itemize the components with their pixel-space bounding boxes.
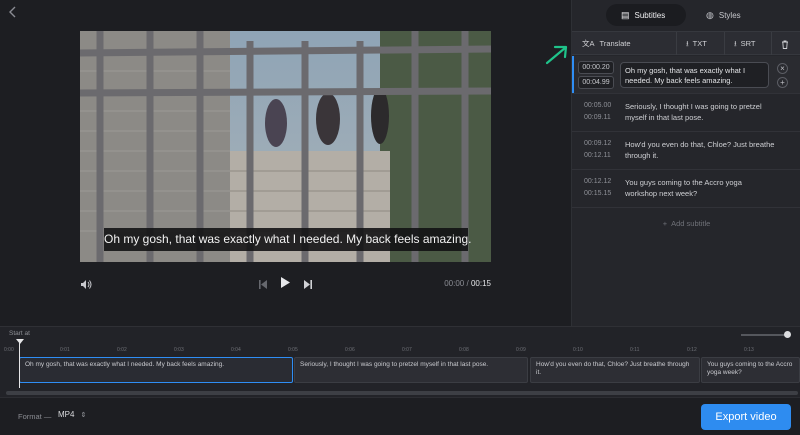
start-time: 00:05.00 bbox=[584, 102, 612, 109]
back-button[interactable] bbox=[8, 6, 22, 20]
ruler-tick: 0:12 bbox=[687, 347, 697, 353]
subtitle-row[interactable]: 00:05.00 00:09.11 Seriously, I thought I… bbox=[572, 94, 800, 132]
subtitle-text: How'd you even do that, Chloe? Just brea… bbox=[625, 140, 775, 160]
download-icon: ⭳ bbox=[734, 39, 737, 48]
ruler-tick: 0:05 bbox=[288, 347, 298, 353]
subtitle-text: You guys coming to the Accro yoga worksh… bbox=[625, 178, 742, 198]
trash-icon bbox=[782, 40, 788, 49]
translate-icon: 文A bbox=[582, 39, 595, 48]
chevron-updown-icon: ⇕ bbox=[80, 412, 87, 419]
ruler-tick: 0:02 bbox=[117, 347, 127, 353]
remove-subtitle-button[interactable]: × bbox=[777, 63, 788, 74]
download-txt-label: TXT bbox=[692, 39, 707, 48]
download-icon: ⭳ bbox=[686, 39, 689, 48]
translate-button[interactable]: 文A Translate bbox=[582, 32, 631, 55]
player-controls: 00:00 / 00:15 bbox=[80, 274, 491, 294]
palette-icon: ◍ bbox=[706, 10, 714, 20]
format-label: Format — bbox=[18, 412, 52, 421]
subtitle-row[interactable]: 00:09.12 00:12.11 How'd you even do that… bbox=[572, 132, 800, 170]
download-srt-label: SRT bbox=[740, 39, 756, 48]
close-icon: × bbox=[780, 64, 785, 73]
toolbar-divider bbox=[771, 32, 772, 55]
delete-all-button[interactable] bbox=[781, 32, 789, 55]
end-time: 00:09.11 bbox=[584, 114, 611, 121]
subtitles-panel: ▤ Subtitles ◍ Styles 文A Translate ⭳ TXT ⭳ SRT… bbox=[571, 0, 800, 326]
ruler-tick: 0:04 bbox=[231, 347, 241, 353]
end-time-input[interactable]: 00:04.99 bbox=[578, 76, 614, 89]
end-time: 00:12.11 bbox=[584, 152, 611, 159]
volume-button[interactable] bbox=[80, 277, 92, 295]
subtitle-row[interactable]: 00:00.20 00:04.99 Oh my gosh, that was e… bbox=[572, 56, 800, 94]
timeline: Start at 0:00 0:01 0:02 0:03 0:04 0:05 0… bbox=[0, 326, 800, 397]
subtitle-text: Seriously, I thought I was going to pret… bbox=[625, 102, 762, 122]
ruler-tick: 0:13 bbox=[744, 347, 754, 353]
current-time: 00:00 bbox=[444, 279, 465, 288]
timeline-clip[interactable]: Oh my gosh, that was exactly what I need… bbox=[19, 357, 293, 383]
playback-time: 00:00 / 00:15 bbox=[444, 279, 491, 288]
ruler-tick: 0:09 bbox=[516, 347, 526, 353]
plus-icon: + bbox=[780, 78, 785, 87]
ruler-tick: 0:08 bbox=[459, 347, 469, 353]
tab-subtitles[interactable]: ▤ Subtitles bbox=[606, 4, 686, 26]
zoom-slider-track[interactable] bbox=[741, 334, 787, 336]
time-ruler[interactable]: 0:00 0:01 0:02 0:03 0:04 0:05 0:06 0:07 … bbox=[0, 342, 800, 354]
insert-subtitle-button[interactable]: + bbox=[777, 77, 788, 88]
subtitle-toolbar: 文A Translate ⭳ TXT ⭳ SRT bbox=[572, 31, 800, 55]
skip-back-icon bbox=[259, 280, 267, 289]
playhead[interactable] bbox=[19, 341, 20, 388]
timeline-clip[interactable]: How'd you even do that, Chloe? Just brea… bbox=[530, 357, 700, 383]
translate-label: Translate bbox=[599, 39, 631, 48]
skip-back-button[interactable] bbox=[258, 277, 268, 295]
toolbar-divider bbox=[676, 32, 677, 55]
ruler-tick: 0:10 bbox=[573, 347, 583, 353]
time-separator: / bbox=[466, 279, 469, 288]
duration-time: 00:15 bbox=[470, 279, 491, 288]
ruler-tick: 0:07 bbox=[402, 347, 412, 353]
subtitles-icon: ▤ bbox=[621, 10, 630, 20]
ruler-tick: 0:06 bbox=[345, 347, 355, 353]
download-txt-button[interactable]: ⭳ TXT bbox=[686, 32, 707, 55]
annotation-arrow-icon bbox=[545, 45, 568, 65]
subtitle-row[interactable]: 00:12.12 00:15.15 You guys coming to the… bbox=[572, 170, 800, 208]
ruler-tick: 0:01 bbox=[60, 347, 70, 353]
timeline-clip[interactable]: Seriously, I thought I was going to pret… bbox=[294, 357, 528, 383]
export-video-button[interactable]: Export video bbox=[701, 404, 791, 430]
play-button[interactable] bbox=[280, 276, 291, 294]
end-time: 00:15.15 bbox=[584, 190, 612, 197]
tab-styles[interactable]: ◍ Styles bbox=[696, 4, 766, 26]
volume-icon bbox=[81, 280, 92, 289]
start-time: 00:12.12 bbox=[584, 178, 612, 185]
timeline-scrollbar[interactable] bbox=[6, 391, 798, 395]
tab-subtitles-label: Subtitles bbox=[634, 11, 666, 20]
start-at-label: Start at bbox=[9, 330, 30, 337]
format-value: MP4 bbox=[58, 410, 75, 419]
preview-area: Oh my gosh, that was exactly what I need… bbox=[0, 0, 571, 326]
play-icon bbox=[281, 277, 290, 288]
download-srt-button[interactable]: ⭳ SRT bbox=[734, 32, 756, 55]
subtitle-text-input[interactable]: Oh my gosh, that was exactly what I need… bbox=[620, 62, 769, 88]
add-subtitle-label: Add subtitle bbox=[671, 219, 711, 228]
skip-forward-button[interactable] bbox=[303, 277, 313, 295]
format-select[interactable]: MP4 ⇕ bbox=[58, 410, 86, 419]
caption-overlay: Oh my gosh, that was exactly what I need… bbox=[104, 228, 472, 251]
skip-forward-icon bbox=[304, 280, 312, 289]
start-time: 00:09.12 bbox=[584, 140, 612, 147]
start-time-input[interactable]: 00:00.20 bbox=[578, 61, 614, 74]
ruler-tick: 0:11 bbox=[630, 347, 640, 353]
add-subtitle-button[interactable]: + Add subtitle bbox=[572, 215, 800, 233]
plus-icon: + bbox=[662, 219, 668, 228]
ruler-tick: 0:03 bbox=[174, 347, 184, 353]
ruler-tick: 0:00 bbox=[4, 347, 14, 353]
tab-styles-label: Styles bbox=[718, 11, 741, 20]
toolbar-divider bbox=[724, 32, 725, 55]
chevron-left-icon bbox=[9, 6, 16, 18]
timeline-clip[interactable]: You guys coming to the Accro yoga week? bbox=[701, 357, 800, 383]
zoom-slider-handle[interactable] bbox=[784, 331, 791, 338]
playhead-handle[interactable] bbox=[16, 339, 24, 344]
export-bar: Format — MP4 ⇕ Export video bbox=[0, 397, 800, 435]
